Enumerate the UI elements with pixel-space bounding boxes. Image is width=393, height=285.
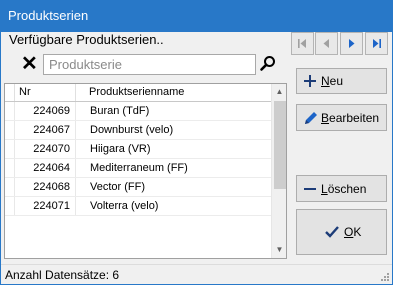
previous-record-button[interactable] [315,32,338,55]
window-title: Produktserien [8,8,89,23]
row-indicator [5,140,15,158]
search-input[interactable] [43,54,256,75]
ok-button-label: OK [344,225,362,239]
table-scrollbar[interactable]: ▲ ▼ [271,84,286,258]
column-header-name[interactable]: Produktserienname [76,84,271,101]
table-row[interactable]: 224070 Hiigara (VR) [5,140,271,159]
next-record-button[interactable] [340,32,363,55]
status-bar: Anzahl Datensätze: 6 [1,264,392,284]
cell-nr: 224067 [15,121,76,139]
scroll-up-icon[interactable]: ▲ [272,84,286,100]
delete-button-label: Löschen [321,181,367,196]
new-button[interactable]: Neu [296,68,387,94]
table-row[interactable]: 224067 Downburst (velo) [5,121,271,140]
last-icon [373,39,381,48]
column-header-nr[interactable]: Nr [15,84,76,101]
window-titlebar: Produktserien [0,0,393,32]
group-label: Verfügbare Produktserien.. [9,32,164,47]
cell-name: Volterra (velo) [90,200,159,212]
pencil-icon [305,111,317,124]
cell-nr: 224069 [15,102,76,120]
new-button-label: Neu [321,74,344,88]
table-row[interactable]: 224071 Volterra (velo) [5,197,271,216]
resize-grip-icon[interactable] [380,272,390,282]
product-series-table[interactable]: Nr Produktserienname 224069 Buran (TdF) … [4,83,287,259]
edit-button[interactable]: Bearbeiten [296,104,387,131]
record-navigator [290,32,390,56]
first-record-button[interactable] [291,32,314,55]
cell-name: Downburst (velo) [90,124,174,136]
table-header: Nr Produktserienname [5,84,271,102]
search-icon[interactable] [259,55,277,73]
plus-icon [304,75,316,87]
scroll-down-icon[interactable]: ▼ [272,242,286,258]
row-indicator [5,197,15,215]
row-indicator [5,121,15,139]
cell-nr: 224064 [15,159,76,177]
delete-button[interactable]: Löschen [296,175,387,202]
clear-search-icon[interactable]: ✕ [21,54,38,74]
row-indicator [5,159,15,177]
cell-nr: 224071 [15,197,76,215]
row-indicator [5,102,15,120]
table-row[interactable]: 224069 Buran (TdF) [5,102,271,121]
record-count: Anzahl Datensätze: 6 [5,268,120,282]
first-icon [298,39,306,48]
scroll-thumb[interactable] [274,101,286,189]
last-record-button[interactable] [365,32,388,55]
edit-button-label: Bearbeiten [321,110,380,125]
row-indicator-header [5,84,15,101]
cell-name: Buran (TdF) [90,105,150,117]
cell-name: Hiigara (VR) [90,143,151,155]
table-row[interactable]: 224068 Vector (FF) [5,178,271,197]
cell-name: Mediterraneum (FF) [90,162,188,174]
next-icon [349,39,355,48]
row-indicator [5,178,15,196]
table-row[interactable]: 224064 Mediterraneum (FF) [5,159,271,178]
cell-nr: 224070 [15,140,76,158]
cell-name: Vector (FF) [90,181,146,193]
prev-icon [323,39,329,48]
checkmark-icon [325,226,339,238]
ok-button[interactable]: OK [296,209,387,255]
cell-nr: 224068 [15,178,76,196]
minus-icon [304,187,316,190]
